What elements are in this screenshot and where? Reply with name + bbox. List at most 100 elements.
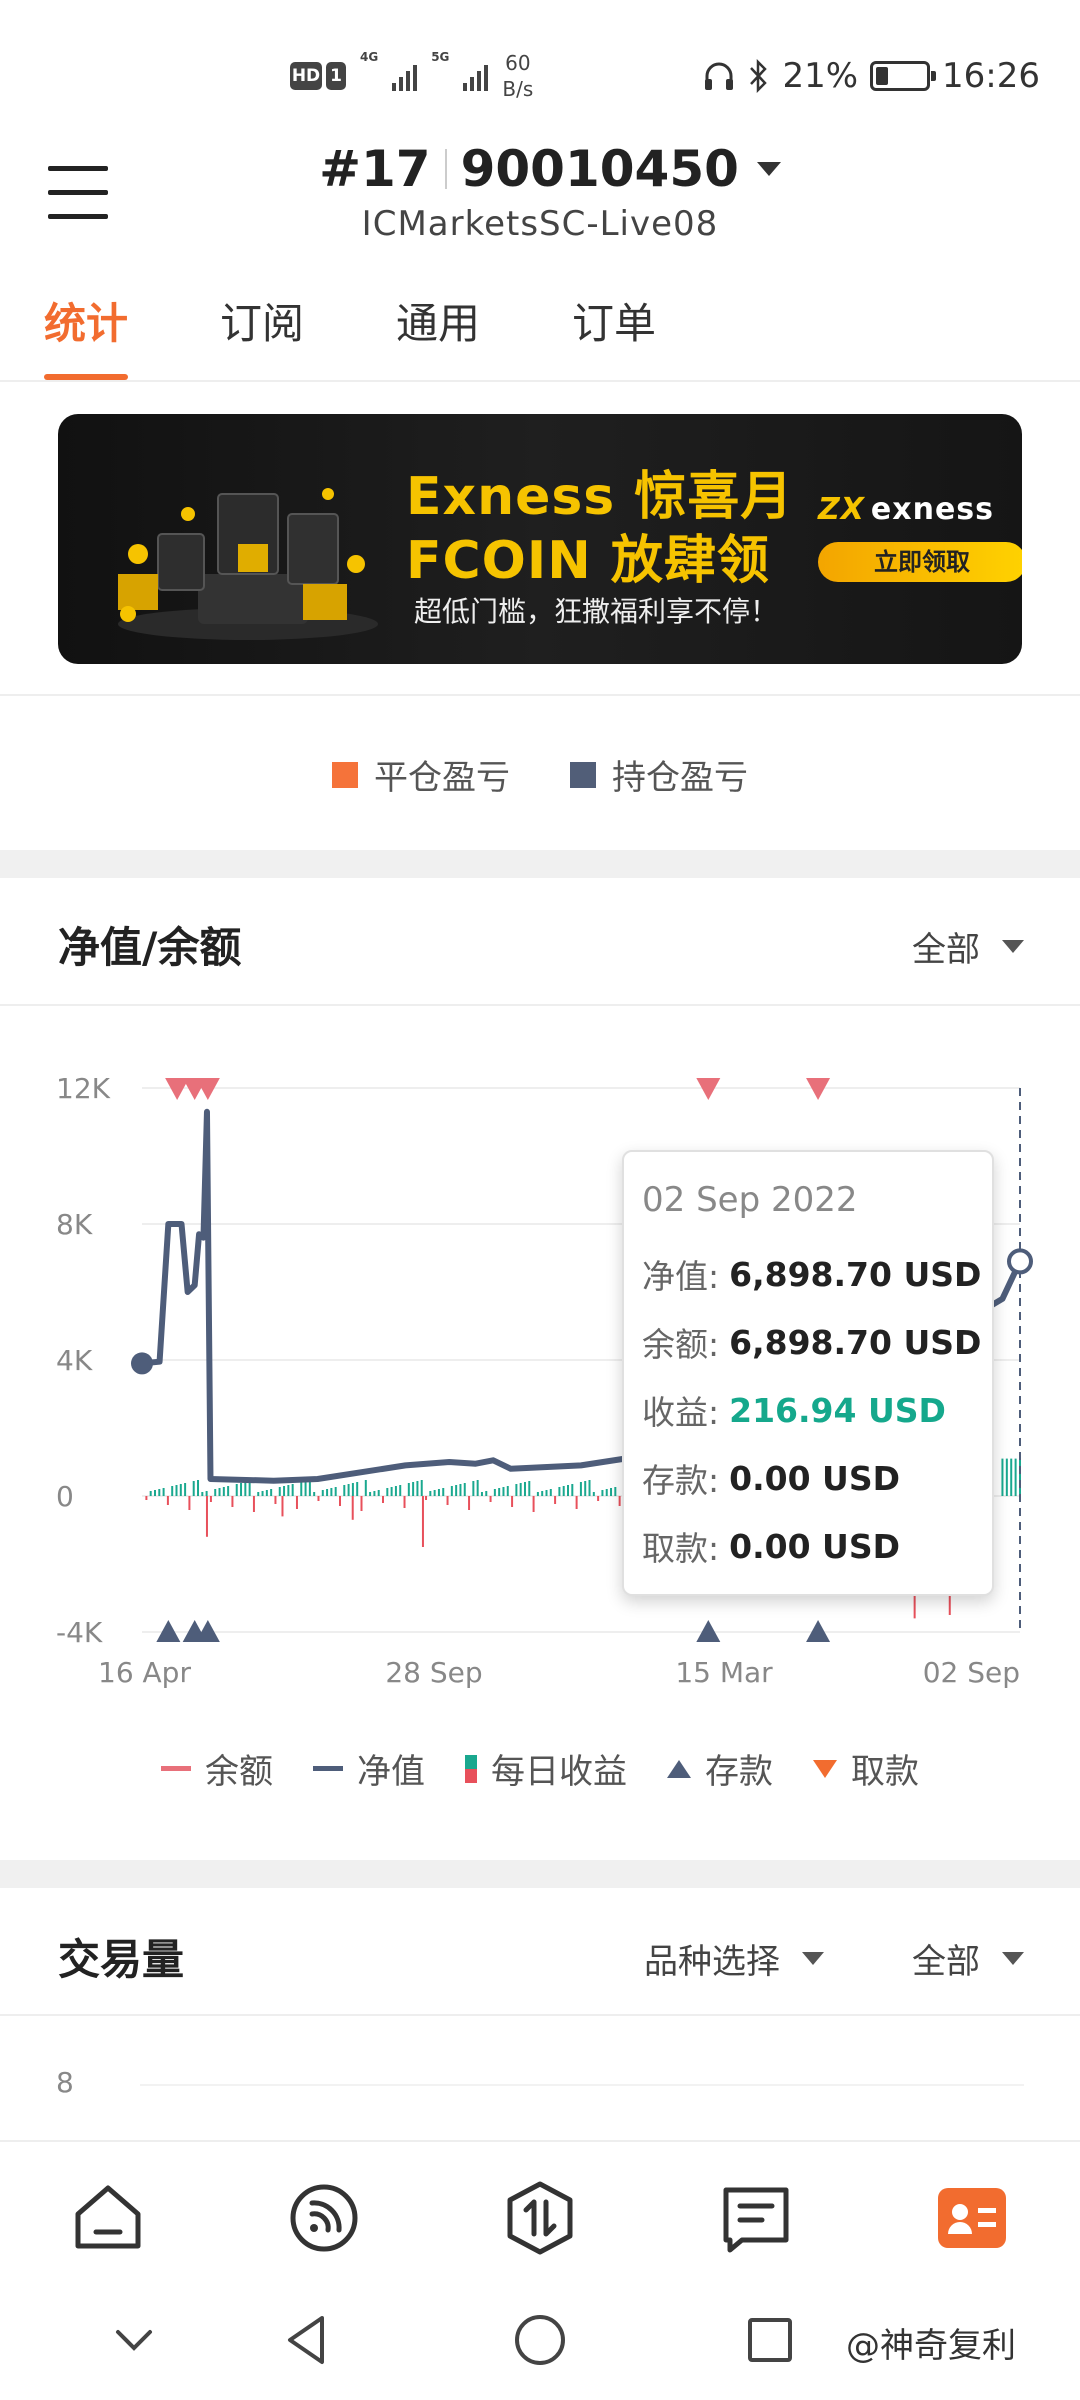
pnl-legend: 平仓盈亏 持仓盈亏 <box>0 750 1080 799</box>
speed-value: 60 <box>505 51 531 75</box>
account-title[interactable]: #17 90010450 <box>319 140 781 198</box>
active-tab-underline <box>44 374 129 380</box>
banner-claim-button[interactable]: 立即领取 <box>818 542 1022 582</box>
tab-bar: 统计 订阅 通用 订单 <box>0 290 1080 382</box>
tooltip-row-balance: 余额: 6,898.70 USD <box>642 1308 992 1376</box>
exness-logo: ZX exness <box>818 492 994 527</box>
symbol-dropdown[interactable]: 品种选择 <box>644 1934 824 1983</box>
legend-bar-swatch <box>465 1754 477 1783</box>
legend-open-pnl[interactable]: 持仓盈亏 <box>570 750 748 799</box>
tooltip-value: 0.00 USD <box>729 1526 900 1566</box>
account-switcher[interactable]: #17 90010450 ICMarketsSC-Live08 <box>0 140 1080 244</box>
chevron-down-icon <box>756 162 781 176</box>
promo-banner[interactable]: Exness 惊喜月 FCOIN 放肆领 超低门槛，狂撒福利享不停！ ZX exn… <box>58 414 1022 664</box>
y-tick-label: 8K <box>56 1208 93 1241</box>
equity-section-title: 净值/余额 <box>58 923 242 972</box>
watermark: @神奇复利 <box>846 2326 1016 2366</box>
legend-equity[interactable]: 净值 <box>313 1744 425 1793</box>
divider <box>0 2014 1080 2016</box>
hover-point <box>1007 1248 1033 1275</box>
tooltip-row-withdrawal: 取款: 0.00 USD <box>642 1512 992 1580</box>
account-number: 90010450 <box>460 140 739 198</box>
tooltip-label: 存款: <box>642 1461 720 1500</box>
y-tick-label: 12K <box>56 1072 111 1105</box>
bottom-navigation <box>0 2140 1080 2280</box>
tooltip-label: 净值: <box>642 1257 720 1296</box>
gift-bags-illustration <box>118 488 378 640</box>
legend-line <box>161 1766 191 1771</box>
equity-range-dropdown[interactable]: 全部 <box>912 922 1024 971</box>
recents-icon[interactable] <box>740 2310 800 2370</box>
chevron-down-icon <box>802 1952 824 1965</box>
headphones-icon <box>705 62 734 90</box>
tooltip-value: 0.00 USD <box>729 1458 900 1498</box>
dropdown-label: 全部 <box>912 1942 980 1982</box>
volume-y-tick: 8 <box>56 2066 74 2099</box>
tab-label: 统计 <box>44 299 129 348</box>
status-bar: HD 1 4G 5G 60 B/s 21% 16:26 <box>0 0 1080 140</box>
hd-sub-badge: 1 <box>326 62 346 90</box>
y-tick-label: 4K <box>56 1344 93 1377</box>
news-icon[interactable] <box>716 2178 796 2258</box>
battery-icon <box>870 61 937 91</box>
account-card-icon[interactable] <box>932 2178 1012 2258</box>
legend-withdrawal[interactable]: 取款 <box>813 1744 919 1793</box>
tooltip-label: 取款: <box>642 1529 720 1568</box>
tooltip-value: 6,898.70 USD <box>729 1254 982 1294</box>
tooltip-row-profit: 收益: 216.94 USD <box>642 1376 992 1444</box>
banner-headline-2: FCOIN 放肆领 <box>406 531 770 591</box>
home-icon[interactable] <box>68 2178 148 2258</box>
bluetooth-icon <box>750 59 768 93</box>
status-left: HD 1 4G 5G 60 B/s <box>290 50 533 102</box>
tooltip-label: 余额: <box>642 1325 720 1364</box>
legend-swatch <box>332 761 358 788</box>
legend-label: 持仓盈亏 <box>612 758 748 798</box>
section-gap <box>0 1860 1080 1888</box>
tab-label: 订单 <box>572 299 657 348</box>
chevron-down-icon[interactable] <box>104 2310 164 2370</box>
legend-balance[interactable]: 余额 <box>161 1744 273 1793</box>
volume-range-dropdown[interactable]: 全部 <box>912 1934 1024 1983</box>
dropdown-label: 品种选择 <box>644 1942 780 1982</box>
speed-unit: B/s <box>502 77 534 101</box>
battery-percent: 21% <box>782 56 859 96</box>
triangle-down-icon <box>813 1759 837 1778</box>
legend-deposit[interactable]: 存款 <box>667 1744 773 1793</box>
tooltip-date: 02 Sep 2022 <box>642 1180 858 1220</box>
volume-section-title: 交易量 <box>58 1935 185 1984</box>
volume-gridline <box>140 2084 1024 2086</box>
x-tick-label: 16 Apr <box>98 1656 191 1689</box>
pnl-legend-section: 平仓盈亏 持仓盈亏 <box>0 694 1080 850</box>
tooltip-row-equity: 净值: 6,898.70 USD <box>642 1240 992 1308</box>
tab-statistics[interactable]: 统计 <box>44 290 129 380</box>
legend-line <box>313 1766 343 1771</box>
banner-subline: 超低门槛，狂撒福利享不停！ <box>414 595 779 628</box>
back-icon[interactable] <box>278 2310 338 2370</box>
home-circle-icon[interactable] <box>510 2310 570 2370</box>
y-tick-label: -4K <box>56 1616 103 1649</box>
equity-chart-legend: 余额 净值 每日收益 存款 取款 <box>0 1744 1080 1793</box>
tab-general[interactable]: 通用 <box>396 290 480 380</box>
server-name: ICMarketsSC-Live08 <box>361 204 719 244</box>
legend-label: 取款 <box>851 1752 919 1792</box>
trade-icon[interactable] <box>500 2178 580 2258</box>
network-speed: 60 B/s <box>502 50 533 102</box>
dropdown-label: 全部 <box>912 930 980 970</box>
chevron-down-icon <box>1002 940 1024 953</box>
legend-closed-pnl[interactable]: 平仓盈亏 <box>332 750 510 799</box>
section-gap <box>0 850 1080 878</box>
clock: 16:26 <box>942 56 1040 96</box>
legend-swatch <box>570 761 596 788</box>
tab-subscribe[interactable]: 订阅 <box>220 290 304 380</box>
start-point <box>131 1352 153 1375</box>
signal-icon <box>392 61 418 91</box>
tooltip-label: 收益: <box>642 1393 720 1432</box>
legend-daily-profit[interactable]: 每日收益 <box>465 1744 627 1793</box>
tab-orders[interactable]: 订单 <box>572 290 656 380</box>
signal-icon-2 <box>463 61 489 91</box>
tab-label: 订阅 <box>220 299 305 348</box>
tooltip-value: 6,898.70 USD <box>729 1322 982 1362</box>
chart-tooltip: 02 Sep 2022 净值: 6,898.70 USD 余额: 6,898.70 … <box>622 1150 994 1596</box>
signal-feed-icon[interactable] <box>284 2178 364 2258</box>
legend-label: 每日收益 <box>491 1752 627 1792</box>
